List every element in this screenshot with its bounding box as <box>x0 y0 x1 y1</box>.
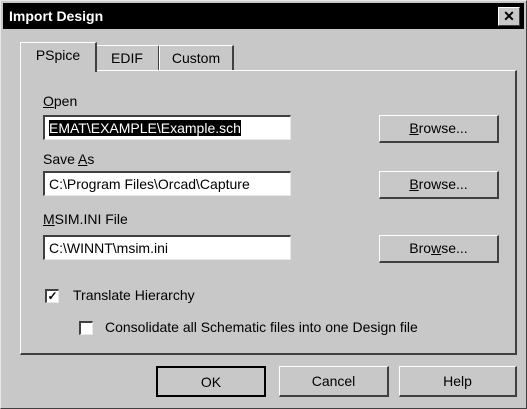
tab-custom[interactable]: Custom <box>159 45 234 71</box>
consolidate-label[interactable]: Consolidate all Schematic files into one… <box>105 319 418 335</box>
checkmark-icon: ✓ <box>47 289 58 303</box>
msim-label: MSIM.INI File <box>43 211 128 227</box>
open-field[interactable]: EMAT\EXAMPLE\Example.sch <box>43 115 291 140</box>
msim-browse-button[interactable]: Browse... <box>379 235 499 263</box>
title-bar[interactable]: Import Design ✕ <box>3 3 524 29</box>
translate-hierarchy-label[interactable]: Translate Hierarchy <box>73 287 195 303</box>
tab-pspice-label: PSpice <box>35 47 81 63</box>
tab-edif-label: EDIF <box>111 50 143 66</box>
save-as-field-value: C:\Program Files\Orcad\Capture <box>49 176 250 192</box>
dialog-title: Import Design <box>9 8 104 24</box>
cancel-button[interactable]: Cancel <box>279 366 389 397</box>
tab-pspice[interactable]: PSpice <box>20 42 97 72</box>
msim-field-value: C:\WINNT\msim.ini <box>49 240 168 256</box>
save-as-field[interactable]: C:\Program Files\Orcad\Capture <box>43 171 291 196</box>
translate-hierarchy-checkbox[interactable]: ✓ <box>45 289 59 303</box>
close-button[interactable]: ✕ <box>498 7 520 26</box>
save-as-browse-button[interactable]: Browse... <box>379 171 499 199</box>
open-field-value: EMAT\EXAMPLE\Example.sch <box>49 120 241 136</box>
tab-edif[interactable]: EDIF <box>95 45 160 71</box>
close-icon: ✕ <box>503 8 515 24</box>
tab-custom-label: Custom <box>171 50 221 66</box>
help-button[interactable]: Help <box>399 366 517 397</box>
open-label: Open <box>43 93 78 109</box>
import-design-dialog: Import Design ✕ PSpice EDIF Custom Open … <box>0 0 527 409</box>
open-browse-button[interactable]: Browse... <box>379 115 499 143</box>
ok-button[interactable]: OK <box>156 366 266 397</box>
pspice-panel: Open EMAT\EXAMPLE\Example.sch Browse... … <box>20 70 517 355</box>
consolidate-checkbox[interactable] <box>79 321 93 335</box>
save-as-label: Save As <box>43 151 95 167</box>
msim-field[interactable]: C:\WINNT\msim.ini <box>43 235 291 260</box>
